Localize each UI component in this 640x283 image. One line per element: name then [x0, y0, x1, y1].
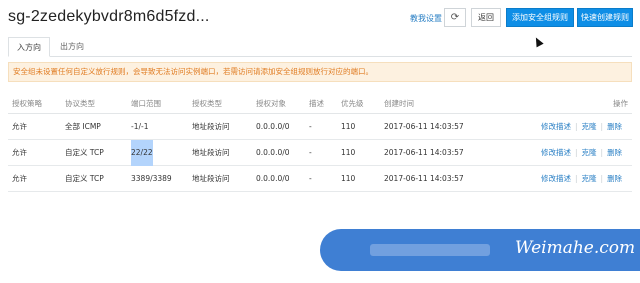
port-cell: -1/-1 [131, 122, 149, 131]
row-actions: 修改描述 | 克隆 | 删除 [541, 166, 622, 192]
blurred-text [370, 244, 490, 256]
divider: | [575, 122, 578, 131]
divider: | [575, 148, 578, 157]
watermark-text: Weimahe.com [515, 238, 636, 258]
description-cell: - [309, 174, 312, 183]
auth-type-cell: 地址段访问 [192, 148, 230, 157]
divider: | [575, 174, 578, 183]
add-rule-button[interactable]: 添加安全组规则 [506, 8, 574, 27]
created-time-cell: 2017-06-11 14:03:57 [384, 122, 464, 131]
tab-inbound[interactable]: 入方向 [8, 37, 50, 57]
auth-object-cell: 0.0.0.0/0 [256, 174, 290, 183]
auth-object-cell: 0.0.0.0/0 [256, 122, 290, 131]
policy-cell: 允许 [12, 174, 27, 183]
edit-description-link[interactable]: 修改描述 [541, 122, 571, 131]
table-row: 允许 自定义 TCP 3389/3389 地址段访问 0.0.0.0/0 - 1… [8, 166, 632, 192]
tab-outbound[interactable]: 出方向 [51, 37, 93, 57]
watermark-banner: Weimahe.com [320, 229, 640, 271]
policy-cell: 允许 [12, 148, 27, 157]
column-header: 创建时间 [384, 99, 414, 108]
auth-type-cell: 地址段访问 [192, 174, 230, 183]
divider: | [600, 148, 604, 157]
page-title: sg-2zedekybvdr8m6d5fzd... [8, 8, 210, 25]
priority-cell: 110 [341, 148, 356, 157]
created-time-cell: 2017-06-11 14:03:57 [384, 174, 464, 183]
row-actions: 修改描述 | 克隆 | 删除 [541, 140, 622, 166]
back-button[interactable]: 返回 [471, 8, 501, 27]
column-header: 授权策略 [12, 99, 42, 108]
description-cell: - [309, 122, 312, 131]
table-header: 授权策略 协议类型 端口范围 授权类型 授权对象 描述 优先级 创建时间 操作 [8, 94, 632, 114]
delete-link[interactable]: 删除 [607, 122, 622, 131]
clone-link[interactable]: 克隆 [582, 174, 597, 183]
protocol-cell: 自定义 TCP [65, 148, 104, 157]
priority-cell: 110 [341, 122, 356, 131]
column-header: 端口范围 [131, 99, 161, 108]
protocol-cell: 自定义 TCP [65, 174, 104, 183]
delete-link[interactable]: 删除 [607, 148, 622, 157]
row-actions: 修改描述 | 克隆 | 删除 [541, 114, 622, 140]
column-header: 优先级 [341, 99, 364, 108]
created-time-cell: 2017-06-11 14:03:57 [384, 148, 464, 157]
edit-description-link[interactable]: 修改描述 [541, 174, 571, 183]
edit-description-link[interactable]: 修改描述 [541, 148, 571, 157]
protocol-cell: 全部 ICMP [65, 122, 101, 131]
refresh-icon: ⟳ [450, 12, 460, 23]
port-cell: 3389/3389 [131, 174, 172, 183]
table-row: 允许 全部 ICMP -1/-1 地址段访问 0.0.0.0/0 - 110 2… [8, 114, 632, 140]
port-cell: 22/22 [131, 140, 153, 166]
description-cell: - [309, 148, 312, 157]
column-header: 授权对象 [256, 99, 286, 108]
quick-create-rule-button[interactable]: 快速创建规则 [577, 8, 633, 27]
auth-object-cell: 0.0.0.0/0 [256, 148, 290, 157]
column-header: 描述 [309, 99, 324, 108]
policy-cell: 允许 [12, 122, 27, 131]
divider: | [600, 174, 604, 183]
table-row: 允许 自定义 TCP 22/22 地址段访问 0.0.0.0/0 - 110 2… [8, 140, 632, 166]
rules-table: 授权策略 协议类型 端口范围 授权类型 授权对象 描述 优先级 创建时间 操作 … [8, 94, 632, 192]
column-header: 授权类型 [192, 99, 222, 108]
column-header: 协议类型 [65, 99, 95, 108]
direction-tabs: 入方向 出方向 [8, 37, 632, 57]
refresh-button[interactable]: ⟳ [444, 8, 466, 27]
clone-link[interactable]: 克隆 [582, 122, 597, 131]
delete-link[interactable]: 删除 [607, 174, 622, 183]
clone-link[interactable]: 克隆 [582, 148, 597, 157]
column-header: 操作 [613, 99, 628, 108]
guide-link[interactable]: 教我设置 [410, 13, 442, 24]
auth-type-cell: 地址段访问 [192, 122, 230, 131]
priority-cell: 110 [341, 174, 356, 183]
warning-notice: 安全组未设置任何自定义放行规则，会导致无法访问实例端口，若需访问请添加安全组规则… [8, 62, 632, 82]
divider: | [600, 122, 604, 131]
